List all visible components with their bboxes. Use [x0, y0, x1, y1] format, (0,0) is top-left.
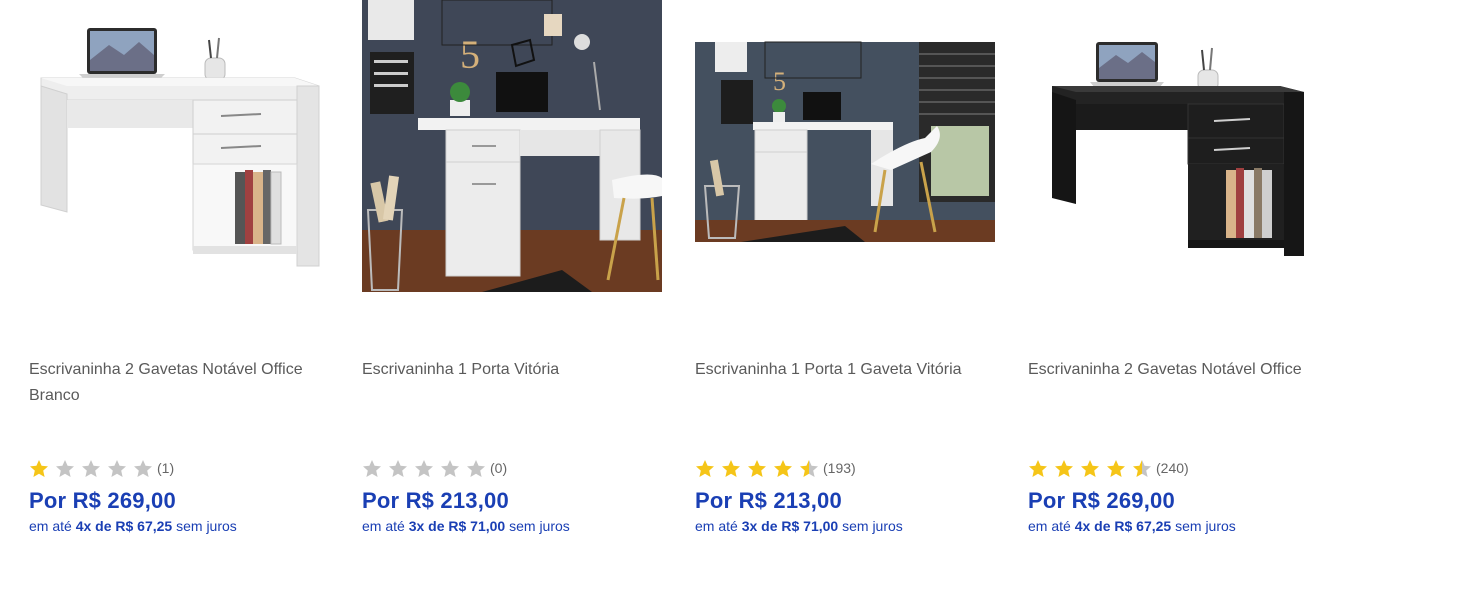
installment-info: em até 3x de R$ 71,00 sem juros: [362, 518, 570, 534]
installment-info: em até 4x de R$ 67,25 sem juros: [29, 518, 237, 534]
product-title[interactable]: Escrivaninha 2 Gavetas Notável Office: [1028, 357, 1328, 383]
review-count: (193): [823, 460, 856, 476]
product-rating: (1): [29, 458, 174, 478]
product-price: Por R$ 269,00: [1028, 488, 1175, 513]
star-filled-icon: [722, 459, 740, 477]
star-filled-icon: [1029, 459, 1047, 477]
star-empty-icon: [389, 459, 407, 477]
star-filled-icon: [1107, 459, 1125, 477]
installment-info: em até 3x de R$ 71,00 sem juros: [695, 518, 903, 534]
product-card[interactable]: 5: [362, 0, 662, 560]
product-rating: (193): [695, 458, 856, 478]
product-rating: (240): [1028, 458, 1189, 478]
star-filled-icon: [748, 459, 766, 477]
star-empty-icon: [467, 459, 485, 477]
installment-suffix: sem juros: [1175, 518, 1236, 534]
product-image[interactable]: [29, 0, 329, 300]
installment-quantity: 3x de R$ 71,00: [741, 518, 839, 534]
svg-text:5: 5: [460, 32, 480, 77]
star-filled-icon: [1081, 459, 1099, 477]
installment-quantity: 3x de R$ 71,00: [408, 518, 506, 534]
star-filled-icon: [1055, 459, 1073, 477]
product-image[interactable]: 5: [362, 0, 662, 300]
installment-prefix: em até: [29, 518, 72, 534]
star-filled-icon: [774, 459, 792, 477]
installment-prefix: em até: [1028, 518, 1071, 534]
product-card[interactable]: Escrivaninha 2 Gavetas Notável Office (2…: [1028, 0, 1328, 560]
star-empty-icon: [134, 459, 152, 477]
product-image[interactable]: [1028, 0, 1328, 300]
installment-info: em até 4x de R$ 67,25 sem juros: [1028, 518, 1236, 534]
installment-suffix: sem juros: [176, 518, 237, 534]
star-half-icon: [800, 459, 818, 477]
product-card[interactable]: Escrivaninha 2 Gavetas Notável Office Br…: [29, 0, 329, 560]
white-desk-2-drawers-icon: [40, 28, 320, 267]
installment-quantity: 4x de R$ 67,25: [75, 518, 173, 534]
product-card[interactable]: 5: [695, 0, 995, 560]
product-rating: (0): [362, 458, 507, 478]
installment-quantity: 4x de R$ 67,25: [1074, 518, 1172, 534]
review-count: (0): [490, 460, 508, 476]
black-desk-2-drawers-icon: [1052, 42, 1304, 256]
star-half-icon: [1133, 459, 1151, 477]
svg-text:5: 5: [773, 67, 786, 96]
star-empty-icon: [441, 459, 459, 477]
review-count: (1): [157, 460, 175, 476]
installment-suffix: sem juros: [509, 518, 570, 534]
star-empty-icon: [82, 459, 100, 477]
review-count: (240): [1156, 460, 1189, 476]
star-empty-icon: [415, 459, 433, 477]
white-desk-room-icon: 5: [362, 0, 662, 292]
white-desk-room-wide-icon: 5: [695, 41, 995, 242]
star-empty-icon: [56, 459, 74, 477]
product-title[interactable]: Escrivaninha 1 Porta Vitória: [362, 357, 662, 383]
product-price: Por R$ 269,00: [29, 488, 176, 513]
star-empty-icon: [108, 459, 126, 477]
installment-prefix: em até: [362, 518, 405, 534]
star-empty-icon: [363, 459, 381, 477]
star-filled-icon: [30, 459, 48, 477]
product-price: Por R$ 213,00: [695, 488, 842, 513]
installment-prefix: em até: [695, 518, 738, 534]
installment-suffix: sem juros: [842, 518, 903, 534]
product-title[interactable]: Escrivaninha 2 Gavetas Notável Office Br…: [29, 357, 329, 409]
product-image[interactable]: 5: [695, 0, 995, 300]
product-price: Por R$ 213,00: [362, 488, 509, 513]
star-filled-icon: [696, 459, 714, 477]
product-title[interactable]: Escrivaninha 1 Porta 1 Gaveta Vitória: [695, 357, 995, 383]
